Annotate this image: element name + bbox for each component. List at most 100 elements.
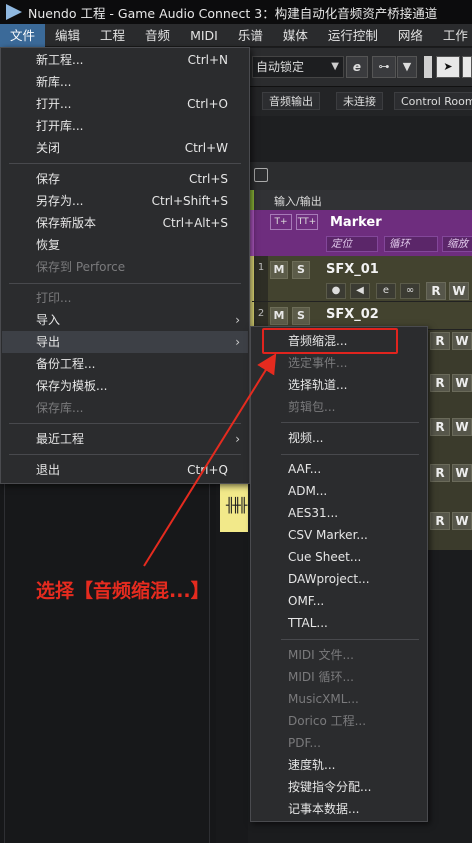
menu-item-save-library: 保存库... — [2, 397, 248, 419]
marker-locate-select[interactable]: 定位 — [326, 236, 378, 252]
menu-item-quit[interactable]: 退出 Ctrl+Q — [2, 459, 248, 481]
edit-channel-icon[interactable]: e — [376, 283, 396, 299]
write-button[interactable]: W — [452, 374, 472, 392]
track-name[interactable]: SFX_01 — [326, 262, 379, 277]
left-zone-inner — [4, 484, 210, 843]
menu-item-label: 退出 — [36, 463, 61, 477]
menu-item-cue-sheet[interactable]: Cue Sheet... — [252, 546, 426, 568]
solo-button[interactable]: S — [292, 261, 310, 279]
read-button[interactable]: R — [430, 332, 450, 350]
mute-button[interactable]: M — [270, 261, 288, 279]
menu-audio[interactable]: 音频 — [135, 24, 180, 47]
io-folder-header[interactable]: 输入/输出 — [248, 190, 472, 210]
control-room-label[interactable]: Control Room — [394, 92, 472, 110]
chevron-right-icon: › — [235, 313, 240, 327]
write-button[interactable]: W — [449, 282, 469, 300]
project-ruler-area — [248, 116, 472, 162]
menu-item-selected-tracks[interactable]: 选择轨道... — [252, 374, 426, 396]
annotation-text: 选择【音频缩混...】 — [36, 580, 210, 602]
menu-transport[interactable]: 运行控制 — [318, 24, 388, 47]
write-button[interactable]: W — [452, 512, 472, 530]
menu-item-label: 导入 — [36, 313, 61, 327]
lanes-icon[interactable]: ∞ — [400, 283, 420, 299]
menu-item-save-as-template[interactable]: 保存为模板... — [2, 375, 248, 397]
audio-clip[interactable]: ╢╫╟ — [220, 484, 248, 532]
menu-item-dawproject[interactable]: DAWproject... — [252, 568, 426, 590]
menu-item-label: 导出 — [36, 335, 61, 349]
title-bar: Nuendo 工程 - Game Audio Connect 3：构建自动化音频… — [0, 0, 472, 24]
menu-item-notepad-data[interactable]: 记事本数据... — [252, 798, 426, 820]
menu-item-selected-events: 选定事件... — [288, 356, 348, 370]
menu-workspace[interactable]: 工作 — [433, 24, 472, 47]
menu-item-label: 保存库... — [36, 401, 84, 415]
track-number: 1 — [254, 256, 268, 301]
chevron-down-icon[interactable]: ▼ — [397, 56, 417, 78]
read-button[interactable]: R — [430, 374, 450, 392]
menu-file[interactable]: 文件 — [0, 23, 46, 47]
write-button[interactable]: W — [452, 418, 472, 436]
menu-bar: 文件 编辑 工程 音频 MIDI 乐谱 媒体 运行控制 网络 工作 — [0, 23, 472, 47]
menu-item-save-new-version[interactable]: 保存新版本 Ctrl+Alt+S — [2, 212, 248, 234]
menu-item-save-to-perforce: 保存到 Perforce — [2, 256, 248, 278]
menu-item-new-project[interactable]: 新工程... Ctrl+N — [2, 49, 248, 71]
marker-add-icon[interactable]: T+ — [270, 214, 292, 230]
menu-midi[interactable]: MIDI — [180, 24, 228, 47]
chevron-right-icon: › — [235, 432, 240, 446]
menu-network[interactable]: 网络 — [388, 24, 433, 47]
menu-item-open[interactable]: 打开... Ctrl+O — [2, 93, 248, 115]
menu-item-label: 新工程... — [36, 53, 84, 67]
menu-item-tempo-track[interactable]: 速度轨... — [252, 754, 426, 776]
menu-item-new-library[interactable]: 新库... — [2, 71, 248, 93]
menu-item-key-commands[interactable]: 按键指令分配... — [252, 776, 426, 798]
marker-track[interactable]: T+ TT+ Marker 定位 循环 缩放 — [248, 210, 472, 256]
menu-item-aes31[interactable]: AES31... — [252, 502, 426, 524]
pointer-tool-icon[interactable]: ➤ — [436, 56, 460, 78]
record-enable-icon[interactable]: ● — [326, 283, 346, 299]
marker-cycle-add-icon[interactable]: TT+ — [296, 214, 318, 230]
read-button[interactable]: R — [430, 418, 450, 436]
automation-mode-select[interactable]: 自动锁定 ▼ — [252, 56, 344, 78]
snap-tool-icon[interactable]: ⊶ — [372, 56, 396, 78]
menu-edit[interactable]: 编辑 — [45, 24, 90, 47]
marker-cycle-select[interactable]: 循环 — [384, 236, 438, 252]
not-connected-label[interactable]: 未连接 — [336, 92, 383, 110]
menu-item-label: 关闭 — [36, 141, 61, 155]
mute-button[interactable]: M — [270, 307, 288, 325]
menu-item-video[interactable]: 视频... — [252, 427, 426, 449]
audio-track[interactable]: 1 M S SFX_01 ● ◀ e ∞ R W — [248, 256, 472, 302]
menu-item-ttal[interactable]: TTAL... — [252, 612, 426, 634]
menu-score[interactable]: 乐谱 — [228, 24, 273, 47]
marker-zoom-select[interactable]: 缩放 — [442, 236, 472, 252]
monitor-icon[interactable]: ◀ — [350, 283, 370, 299]
edit-e-button[interactable]: e — [346, 56, 368, 78]
menu-item-label: 打开库... — [36, 119, 84, 133]
write-button[interactable]: W — [452, 332, 472, 350]
audio-output-label[interactable]: 音频输出 — [262, 92, 320, 110]
menu-item-open-library[interactable]: 打开库... — [2, 115, 248, 137]
menu-item-backup-project[interactable]: 备份工程... — [2, 353, 248, 375]
menu-item-recent-projects[interactable]: 最近工程 › — [2, 428, 248, 450]
read-button[interactable]: R — [430, 512, 450, 530]
menu-item-omf[interactable]: OMF... — [252, 590, 426, 612]
write-button[interactable]: W — [452, 464, 472, 482]
solo-button[interactable]: S — [292, 307, 310, 325]
menu-item-close[interactable]: 关闭 Ctrl+W — [2, 137, 248, 159]
menu-item-save[interactable]: 保存 Ctrl+S — [2, 168, 248, 190]
menu-item-revert[interactable]: 恢复 — [2, 234, 248, 256]
shortcut-label: Ctrl+Alt+S — [162, 216, 228, 230]
menu-item-import[interactable]: 导入 › — [2, 309, 248, 331]
menu-project[interactable]: 工程 — [90, 24, 135, 47]
menu-item-csv-marker[interactable]: CSV Marker... — [252, 524, 426, 546]
menu-item-aaf[interactable]: AAF... — [252, 458, 426, 480]
read-button[interactable]: R — [426, 282, 446, 300]
menu-media[interactable]: 媒体 — [273, 24, 318, 47]
menu-item-musicxml: MusicXML... — [288, 692, 359, 706]
read-button[interactable]: R — [430, 464, 450, 482]
menu-item-adm[interactable]: ADM... — [252, 480, 426, 502]
menu-item-label: 保存新版本 — [36, 216, 97, 230]
menu-item-export[interactable]: 导出 › — [2, 331, 248, 353]
track-name[interactable]: SFX_02 — [326, 307, 379, 322]
add-track-icon[interactable] — [254, 168, 268, 182]
range-tool-icon[interactable] — [462, 56, 472, 78]
menu-item-save-as[interactable]: 另存为... Ctrl+Shift+S — [2, 190, 248, 212]
